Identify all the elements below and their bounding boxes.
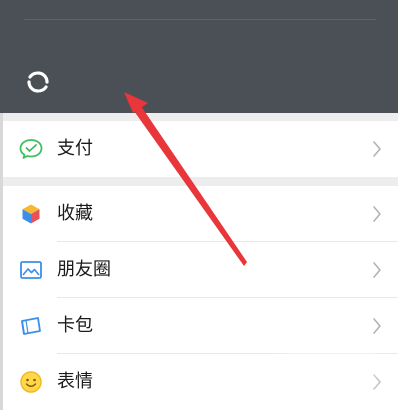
menu-item-label: 朋友圈 bbox=[57, 259, 111, 280]
menu-item-label: 收藏 bbox=[57, 203, 93, 224]
chevron-right-icon bbox=[372, 317, 382, 335]
menu-item-favorites[interactable]: 收藏 bbox=[3, 186, 398, 242]
moments-picture-icon bbox=[18, 257, 44, 283]
menu-item-label: 支付 bbox=[57, 138, 93, 159]
sync-icon[interactable] bbox=[26, 70, 50, 94]
menu-item-moments[interactable]: 朋友圈 bbox=[3, 242, 398, 298]
chevron-right-icon bbox=[372, 205, 382, 223]
watermark bbox=[282, 352, 378, 392]
pay-section: 支付 bbox=[3, 121, 398, 177]
menu-item-card-wallet[interactable]: 卡包 bbox=[3, 298, 398, 354]
chevron-right-icon bbox=[372, 261, 382, 279]
chevron-right-icon bbox=[372, 140, 382, 158]
menu-item-label: 表情 bbox=[57, 371, 93, 392]
sticker-smiley-icon bbox=[18, 369, 44, 395]
favorites-cube-icon bbox=[18, 201, 44, 227]
profile-header bbox=[0, 0, 398, 113]
wallet-icon bbox=[18, 136, 44, 162]
menu-item-pay[interactable]: 支付 bbox=[3, 121, 398, 177]
header-divider bbox=[24, 19, 376, 20]
menu-item-label: 卡包 bbox=[57, 315, 93, 336]
card-wallet-icon bbox=[18, 313, 44, 339]
